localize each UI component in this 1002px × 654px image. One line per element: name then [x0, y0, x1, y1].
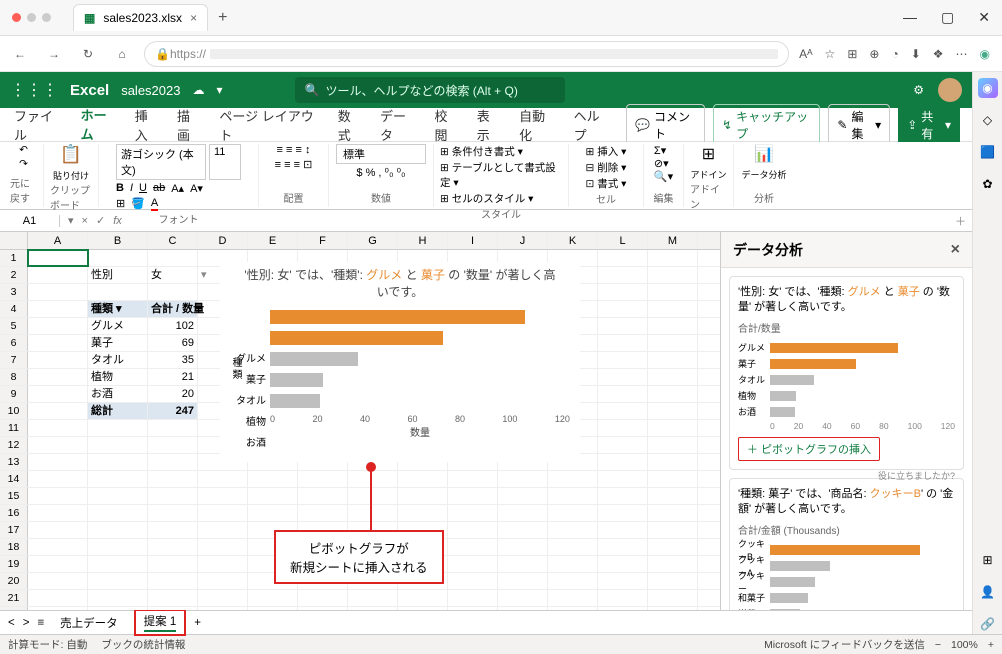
status-bar: 計算モード: 自動 ブックの統計情報 Microsoft にフィードバックを送信… [0, 634, 1002, 654]
copilot-icon[interactable]: ◉ [980, 47, 990, 61]
underline-button[interactable]: U [139, 182, 147, 195]
sheet-nav-next-icon[interactable]: > [23, 617, 30, 629]
callout-annotation: ピボットグラフが 新規シートに挿入される [274, 530, 444, 584]
analyze-data-pane: データ分析 × '性別: 女' では、'種類: グルメ と 菓子 の '数量' … [720, 232, 972, 610]
reload-icon[interactable]: ↻ [76, 47, 100, 61]
rail-icon-link[interactable]: 🔗 [978, 614, 998, 634]
collections-icon[interactable]: ⊞ [847, 47, 857, 61]
rail-icon-person[interactable]: 👤 [978, 582, 998, 602]
delete-cells-button[interactable]: ⊟ 削除 ▾ [586, 160, 627, 175]
sheet-list-icon[interactable]: ≡ [37, 617, 44, 629]
new-tab-button[interactable]: + [208, 9, 237, 27]
cell-styles-button[interactable]: ⊞ セルのスタイル ▾ [440, 191, 533, 206]
url-field[interactable]: 🔒 https:// [144, 41, 789, 67]
maximize-icon[interactable]: ▢ [941, 9, 954, 26]
font-color-icon[interactable]: A [151, 197, 158, 211]
ribbon-tabs: ファイル ホーム 挿入 描画 ページ レイアウト 数式 データ 校閲 表示 自動… [0, 108, 972, 142]
comment-button[interactable]: 💬 コメント [626, 104, 705, 146]
catchup-button[interactable]: ↯ キャッチアップ [713, 104, 820, 146]
format-cells-button[interactable]: ⊡ 書式 ▾ [586, 176, 627, 191]
copilot-rail-icon[interactable]: ◉ [978, 78, 998, 98]
zoom-level: 100% [951, 639, 978, 651]
sheet-tab-suggest[interactable]: 提案 1 [134, 609, 187, 636]
rail-icon-1[interactable]: ◇ [978, 110, 998, 130]
zoom-in-icon[interactable]: + [988, 639, 994, 651]
tab-title: sales2023.xlsx [103, 11, 182, 25]
pivot-chart[interactable]: '性別: 女' では、'種類': グルメ と 菓子 の '数量' が著しく高いで… [220, 262, 580, 462]
bold-button[interactable]: B [116, 182, 124, 195]
sheet-tab-bar: < > ≡ 売上データ 提案 1 + [0, 610, 972, 634]
extensions-icon[interactable]: ⊕ [869, 47, 879, 61]
expand-formula-icon[interactable]: ＋ [949, 213, 972, 229]
addins-icon[interactable]: ⊞ [702, 144, 715, 164]
sheet-nav-prev-icon[interactable]: < [8, 617, 15, 629]
browser-titlebar: ▦ sales2023.xlsx × + ― ▢ ✕ [0, 0, 1002, 36]
fill-color-icon[interactable]: 🪣 [131, 197, 145, 211]
chart-title: '性別: 女' では、'種類': グルメ と 菓子 の '数量' が著しく高いで… [220, 262, 580, 304]
close-tab-icon[interactable]: × [190, 11, 197, 25]
number-format-select[interactable]: 標準 [336, 144, 426, 164]
feedback-link[interactable]: Microsoft にフィードバックを送信 [764, 637, 925, 652]
rail-icon-apps[interactable]: ⊞ [978, 550, 998, 570]
cond-format-button[interactable]: ⊞ 条件付き書式 ▾ [440, 144, 523, 159]
rail-icon-3[interactable]: ✿ [978, 174, 998, 194]
cloud-icon: ☁ [192, 83, 204, 97]
fx-label[interactable]: fx [113, 215, 122, 227]
avatar[interactable] [938, 78, 962, 102]
ribbon: ↶ ↷ 元に戻す 📋 貼り付け クリップボード 游ゴシック (本文) 11 B … [0, 142, 972, 210]
doc-name[interactable]: sales2023 [121, 83, 180, 98]
settings-icon[interactable]: ⚙ [913, 83, 924, 97]
minimize-icon[interactable]: ― [903, 9, 917, 26]
profile-icon[interactable]: ◔ [891, 47, 898, 61]
undo-icon[interactable]: ↶ [19, 144, 28, 156]
forward-icon[interactable]: → [42, 47, 66, 61]
analyze-icon[interactable]: 📊 [754, 144, 774, 164]
sheet-tab-data[interactable]: 売上データ [52, 613, 126, 633]
lock-icon: 🔒 [155, 47, 170, 61]
excel-favicon-icon: ▦ [84, 11, 95, 25]
italic-button[interactable]: I [130, 182, 133, 195]
calc-mode[interactable]: 計算モード: 自動 [8, 637, 87, 652]
close-window-icon[interactable]: ✕ [978, 9, 990, 26]
workbook-stats[interactable]: ブックの統計情報 [101, 637, 185, 652]
analyze-pane-title: データ分析 [733, 240, 803, 260]
insight-card-2[interactable]: '種類: 菓子' では、'商品名: クッキーB' の '金額' が著しく高いです… [729, 478, 964, 610]
insert-cells-button[interactable]: ⊞ 挿入 ▾ [586, 144, 627, 159]
download-icon[interactable]: ⬇ [911, 47, 921, 61]
browser-tab[interactable]: ▦ sales2023.xlsx × [73, 4, 208, 31]
address-bar: ← → ↻ ⌂ 🔒 https:// Aᴬ ☆ ⊞ ⊕ ◔ ⬇ ❖ ⋯ ◉ [0, 36, 1002, 72]
helpful-link[interactable]: 役に立ちましたか? [878, 469, 955, 482]
size-select[interactable]: 11 [209, 144, 241, 180]
favorite-icon[interactable]: ☆ [825, 47, 836, 61]
table-format-button[interactable]: ⊞ テーブルとして書式設定 ▾ [440, 160, 562, 190]
zoom-out-icon[interactable]: − [935, 639, 941, 651]
edit-button[interactable]: ✎ 編集 ▾ [828, 104, 890, 146]
more-icon[interactable]: ⋯ [956, 47, 968, 61]
paste-icon[interactable]: 📋 [60, 144, 82, 165]
back-icon[interactable]: ← [8, 47, 32, 61]
formula-bar: A1 ▾×✓fx ＋ [0, 210, 972, 232]
search-icon: 🔍 [305, 83, 320, 97]
spreadsheet-grid[interactable]: A B C D E F G H I J K L M 12性別女▾34種類 ▾合計… [0, 232, 720, 610]
side-rail: ◉ ◇ 🟦 ✿ ⊞ 👤 🔗 [972, 72, 1002, 634]
insight-card-1[interactable]: '性別: 女' では、'種類: グルメ と 菓子 の '数量' が著しく高いです… [729, 276, 964, 470]
app-launcher-icon[interactable]: ⋮⋮⋮ [10, 80, 58, 100]
add-sheet-icon[interactable]: + [194, 617, 201, 629]
share-button[interactable]: ⇪ 共有 ▾ [898, 104, 960, 146]
border-icon[interactable]: ⊞ [116, 197, 125, 211]
name-box[interactable]: A1 [0, 215, 60, 227]
home-icon[interactable]: ⌂ [110, 47, 134, 61]
app-name: Excel [70, 82, 109, 99]
redo-icon[interactable]: ↷ [19, 158, 28, 170]
app-icon[interactable]: ❖ [933, 47, 944, 61]
strike-button[interactable]: ab [153, 182, 165, 195]
rail-icon-2[interactable]: 🟦 [978, 142, 998, 162]
window-dots [0, 13, 63, 22]
insert-pivot-chart-button[interactable]: ＋ ピボットグラフの挿入 [738, 437, 880, 461]
close-pane-icon[interactable]: × [951, 241, 960, 259]
chevron-down-icon[interactable]: ▾ [216, 83, 222, 97]
text-size-icon[interactable]: Aᴬ [799, 47, 812, 61]
font-select[interactable]: 游ゴシック (本文) [116, 144, 206, 180]
